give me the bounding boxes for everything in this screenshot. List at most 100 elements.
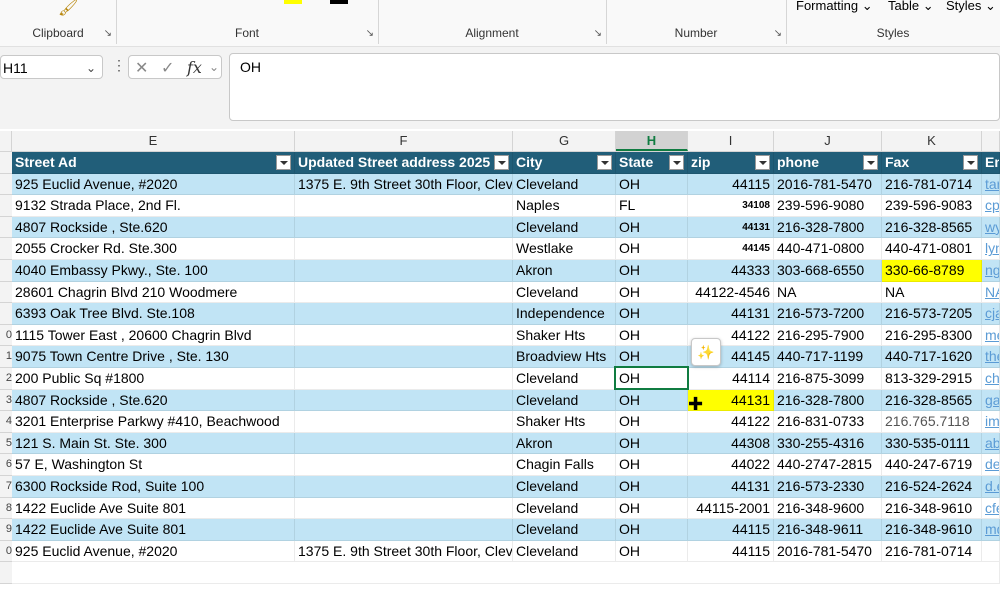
cell-zip[interactable]: 44022 <box>688 454 774 476</box>
row-header[interactable] <box>0 152 12 174</box>
row-header[interactable]: 3 <box>0 389 12 412</box>
cell-phone[interactable]: 2016-781-5470 <box>774 173 882 196</box>
cell-street[interactable]: 925 Euclid Avenue, #2020 <box>12 173 295 196</box>
cell-zip[interactable]: 44115 <box>688 519 774 541</box>
row-header[interactable] <box>0 303 12 325</box>
cell-street[interactable]: 4807 Rockside , Ste.620 <box>12 389 295 412</box>
clipboard-launcher-icon[interactable]: ↘ <box>104 28 112 39</box>
row-header[interactable]: 2 <box>0 368 12 390</box>
cell-fax[interactable]: 813-329-2915 <box>882 368 982 390</box>
cell-email[interactable]: im <box>982 411 1000 433</box>
cell-fax[interactable]: 330-535-0111 <box>882 432 982 455</box>
cell-city[interactable]: Cleveland <box>513 519 616 541</box>
cell-street[interactable]: 1115 Tower East , 20600 Chagrin Blvd <box>12 324 295 347</box>
font-color-swatch[interactable] <box>284 0 302 4</box>
cell-street[interactable]: 6300 Rockside Rod, Suite 100 <box>12 476 295 498</box>
cell-city[interactable]: Westlake <box>513 238 616 260</box>
cell-state[interactable]: OH <box>616 281 688 304</box>
cell-updated-street[interactable] <box>295 411 513 433</box>
cell-email[interactable]: cp <box>982 195 1000 217</box>
format-painter-icon[interactable]: 🖌 <box>58 0 78 18</box>
filter-dropdown-icon[interactable] <box>494 155 509 170</box>
cell-phone[interactable]: 440-2747-2815 <box>774 454 882 476</box>
header-city[interactable]: City <box>513 152 616 174</box>
cell-fax[interactable]: 216-295-8300 <box>882 324 982 347</box>
column-header-k[interactable]: K <box>882 131 982 151</box>
cell-phone[interactable]: NA <box>774 281 882 304</box>
cell-updated-street[interactable] <box>295 346 513 368</box>
cell-phone[interactable]: 216-295-7900 <box>774 324 882 347</box>
cell-state[interactable]: OH <box>616 173 688 196</box>
column-header-e[interactable]: E <box>12 131 295 151</box>
cell-fax[interactable]: 216-328-8565 <box>882 216 982 239</box>
cell-street[interactable]: 4807 Rockside , Ste.620 <box>12 216 295 239</box>
cell-phone[interactable]: 216-328-7800 <box>774 389 882 412</box>
cell-email[interactable]: ga <box>982 389 1000 412</box>
cell-state[interactable]: OH <box>616 497 688 520</box>
cell-updated-street[interactable] <box>295 195 513 217</box>
cell-fax[interactable]: 216-328-8565 <box>882 389 982 412</box>
chevron-down-icon[interactable]: ⌄ <box>86 56 96 80</box>
cell-email[interactable]: d.e <box>982 476 1000 498</box>
cell-street[interactable]: 9132 Strada Place, 2nd Fl. <box>12 195 295 217</box>
cell-zip[interactable]: 44115 <box>688 540 774 563</box>
cell-state[interactable]: OH <box>616 216 688 239</box>
cell-email[interactable]: cja <box>982 303 1000 325</box>
cell-fax[interactable]: 440-717-1620 <box>882 346 982 368</box>
row-header[interactable] <box>0 216 12 239</box>
header-updated-street[interactable]: Updated Street address 2025 <box>295 152 513 174</box>
cell-zip[interactable]: 44131 <box>688 216 774 239</box>
cell-updated-street[interactable] <box>295 519 513 541</box>
cell-street[interactable]: 6393 Oak Tree Blvd. Ste.108 <box>12 303 295 325</box>
cell-state[interactable]: OH <box>616 303 688 325</box>
filter-dropdown-icon[interactable] <box>963 155 978 170</box>
cell-fax[interactable]: 440-471-0801 <box>882 238 982 260</box>
chevron-down-icon[interactable]: ⌄ <box>209 60 219 74</box>
cell-email[interactable]: tar <box>982 173 1000 196</box>
cancel-icon[interactable]: ✕ <box>135 58 148 78</box>
cell-phone[interactable]: 216-831-0733 <box>774 411 882 433</box>
header-street[interactable]: Street Ad <box>12 152 295 174</box>
quick-analysis-icon[interactable]: ✨ <box>691 338 721 366</box>
row-header[interactable]: 7 <box>0 476 12 498</box>
fill-color-swatch[interactable] <box>330 0 348 4</box>
column-header-i[interactable]: I <box>688 131 774 151</box>
cell-street[interactable]: 57 E, Washington St <box>12 454 295 476</box>
row-header[interactable]: 4 <box>0 411 12 433</box>
cell-city[interactable]: Shaker Hts <box>513 324 616 347</box>
enter-icon[interactable]: ✓ <box>161 58 174 78</box>
cell-updated-street[interactable] <box>295 454 513 476</box>
cell-phone[interactable]: 303-668-6550 <box>774 260 882 282</box>
cell-city[interactable]: Cleveland <box>513 389 616 412</box>
cell-email[interactable]: wy <box>982 216 1000 239</box>
insert-function-icon[interactable]: fx <box>187 58 202 77</box>
cell-fax[interactable]: 216-524-2624 <box>882 476 982 498</box>
cell-city[interactable]: Independence <box>513 303 616 325</box>
cell-email[interactable] <box>982 540 1000 563</box>
cell-zip[interactable]: 44114 <box>688 368 774 390</box>
cell-updated-street[interactable] <box>295 389 513 412</box>
cell-state[interactable]: OH <box>616 238 688 260</box>
number-launcher-icon[interactable]: ↘ <box>774 28 782 39</box>
row-header[interactable] <box>0 195 12 217</box>
cell-updated-street[interactable] <box>295 497 513 520</box>
cell-fax[interactable]: 216-573-7205 <box>882 303 982 325</box>
cell-phone[interactable]: 239-596-9080 <box>774 195 882 217</box>
filter-dropdown-icon[interactable] <box>276 155 291 170</box>
select-all-corner[interactable] <box>0 131 12 151</box>
cell-updated-street[interactable] <box>295 476 513 498</box>
row-header[interactable] <box>0 238 12 260</box>
cell-street[interactable]: 925 Euclid Avenue, #2020 <box>12 540 295 563</box>
cell-phone[interactable]: 330-255-4316 <box>774 432 882 455</box>
cell-city[interactable]: Akron <box>513 260 616 282</box>
cell-email[interactable]: ab <box>982 432 1000 455</box>
cell-phone[interactable]: 216-328-7800 <box>774 216 882 239</box>
cell-updated-street[interactable] <box>295 216 513 239</box>
cell-email[interactable]: the <box>982 346 1000 368</box>
row-header[interactable]: 0 <box>0 324 12 347</box>
cell-updated-street[interactable] <box>295 238 513 260</box>
cell-fax[interactable]: 216-781-0714 <box>882 540 982 563</box>
filter-dropdown-icon[interactable] <box>755 155 770 170</box>
cell-email[interactable]: de <box>982 454 1000 476</box>
cell-email[interactable]: md <box>982 519 1000 541</box>
